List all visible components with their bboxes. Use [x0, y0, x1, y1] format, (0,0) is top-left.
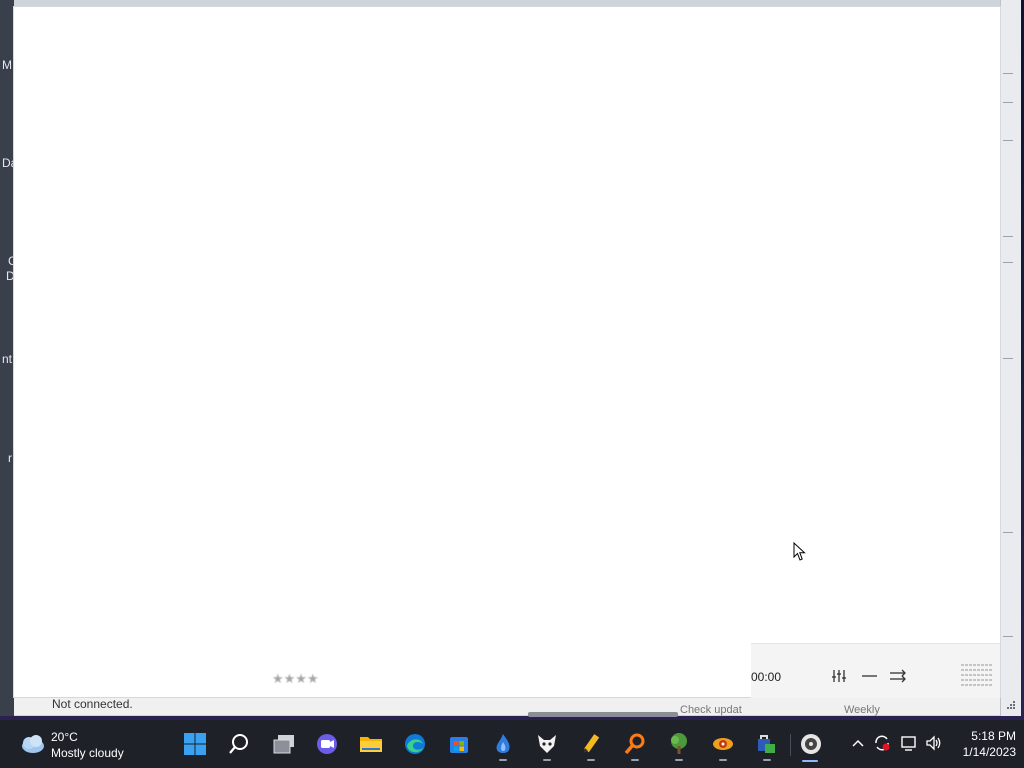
- windows-logo-icon: [184, 733, 206, 755]
- sync-status-button[interactable]: [872, 732, 892, 754]
- weather-temperature: 20°C: [51, 730, 78, 744]
- dash-icon: [862, 675, 877, 677]
- volume-level-icon[interactable]: [961, 662, 993, 690]
- task-view-icon: [273, 735, 294, 754]
- media-player-window: 00:00 ★★★★: [14, 7, 1000, 698]
- running-indicator: [587, 759, 595, 761]
- weather-condition: Mostly cloudy: [51, 746, 124, 760]
- chat-icon: [317, 734, 337, 754]
- divider: [1003, 262, 1013, 263]
- repeat-mode-button[interactable]: [887, 666, 909, 686]
- clock-date: 1/14/2023: [962, 745, 1016, 759]
- pencil-icon: [583, 734, 600, 753]
- file-explorer-button[interactable]: [357, 730, 385, 758]
- connection-status: Not connected.: [52, 697, 133, 711]
- chat-button[interactable]: [313, 730, 341, 758]
- chevron-up-icon: [852, 739, 864, 747]
- rating-stars[interactable]: ★★★★: [272, 671, 320, 691]
- speaker-icon: [926, 735, 941, 751]
- resize-grip-icon[interactable]: [1006, 700, 1016, 710]
- weather-widget[interactable]: 20°C Mostly cloudy: [18, 728, 158, 762]
- tree-icon: [671, 733, 687, 754]
- start-button[interactable]: [181, 730, 209, 758]
- running-indicator: [675, 759, 683, 761]
- background-options: Check updat Weekly: [680, 702, 930, 716]
- background-window-left-panel: M Da C D nt r: [0, 0, 17, 716]
- divider: [1003, 532, 1013, 533]
- store-button[interactable]: [445, 730, 473, 758]
- sync-error-icon: [875, 735, 890, 751]
- player-controls-bar: 00:00: [751, 643, 1000, 698]
- volume-button[interactable]: [924, 732, 944, 754]
- network-icon: [901, 736, 916, 751]
- background-window-right-edge: [1000, 0, 1021, 716]
- clock-time: 5:18 PM: [971, 729, 1016, 743]
- store-icon: [450, 737, 468, 753]
- taskbar-app-blue[interactable]: [489, 730, 517, 761]
- taskbar-app-fox[interactable]: [533, 730, 561, 761]
- folder-icon: [360, 737, 382, 752]
- mouse-cursor-icon: [793, 542, 806, 561]
- divider: [1003, 636, 1013, 637]
- edge-icon: [405, 734, 425, 754]
- divider: [1003, 73, 1013, 74]
- divider: [1003, 236, 1013, 237]
- minimize-player-button[interactable]: [859, 666, 881, 686]
- media-player-icon: [801, 734, 821, 754]
- cloudy-weather-icon: [22, 735, 44, 753]
- taskbar-app-sun[interactable]: [709, 730, 737, 761]
- sun-eye-icon: [713, 738, 733, 750]
- running-indicator: [763, 759, 771, 761]
- playback-time: 00:00: [751, 670, 782, 684]
- taskbar-separator: [790, 734, 791, 756]
- horizontal-scrollbar[interactable]: [528, 712, 678, 717]
- search-icon: [229, 734, 248, 754]
- running-indicator: [543, 759, 551, 761]
- task-view-button[interactable]: [270, 730, 298, 758]
- divider: [1003, 358, 1013, 359]
- frequency-select[interactable]: Weekly: [844, 704, 880, 716]
- left-fragment: M: [2, 58, 12, 72]
- edge-browser-button[interactable]: [401, 730, 429, 758]
- show-hidden-icons-button[interactable]: [848, 732, 868, 754]
- blue-flame-icon: [496, 734, 510, 753]
- magnifier-orange-icon: [624, 733, 645, 755]
- fox-mask-icon: [538, 735, 556, 753]
- taskbar-app-pencil[interactable]: [577, 730, 605, 761]
- taskbar-app-active[interactable]: [797, 730, 825, 758]
- equalizer-icon: [832, 670, 846, 682]
- switch-arrows-icon: [890, 669, 906, 683]
- system-clock[interactable]: 5:18 PM 1/14/2023: [944, 728, 1016, 760]
- check-updates-option[interactable]: Check updat: [680, 704, 742, 716]
- left-fragment: nt: [2, 352, 13, 366]
- taskbar: 20°C Mostly cloudy 5:18 PM 1/14/2023: [0, 720, 1024, 768]
- divider: [1003, 102, 1013, 103]
- divider: [1003, 140, 1013, 141]
- running-indicator: [719, 759, 727, 761]
- taskbar-app-tree[interactable]: [665, 730, 693, 761]
- equalizer-button[interactable]: [829, 666, 851, 686]
- taskbar-app-search-orange[interactable]: [621, 730, 649, 761]
- search-button[interactable]: [225, 730, 253, 758]
- taskbar-app-lock[interactable]: [753, 730, 781, 761]
- lock-monitor-icon: [758, 735, 775, 753]
- network-button[interactable]: [899, 732, 919, 754]
- running-indicator: [499, 759, 507, 761]
- active-app-indicator: [802, 760, 818, 762]
- left-fragment: r: [8, 451, 12, 465]
- running-indicator: [631, 759, 639, 761]
